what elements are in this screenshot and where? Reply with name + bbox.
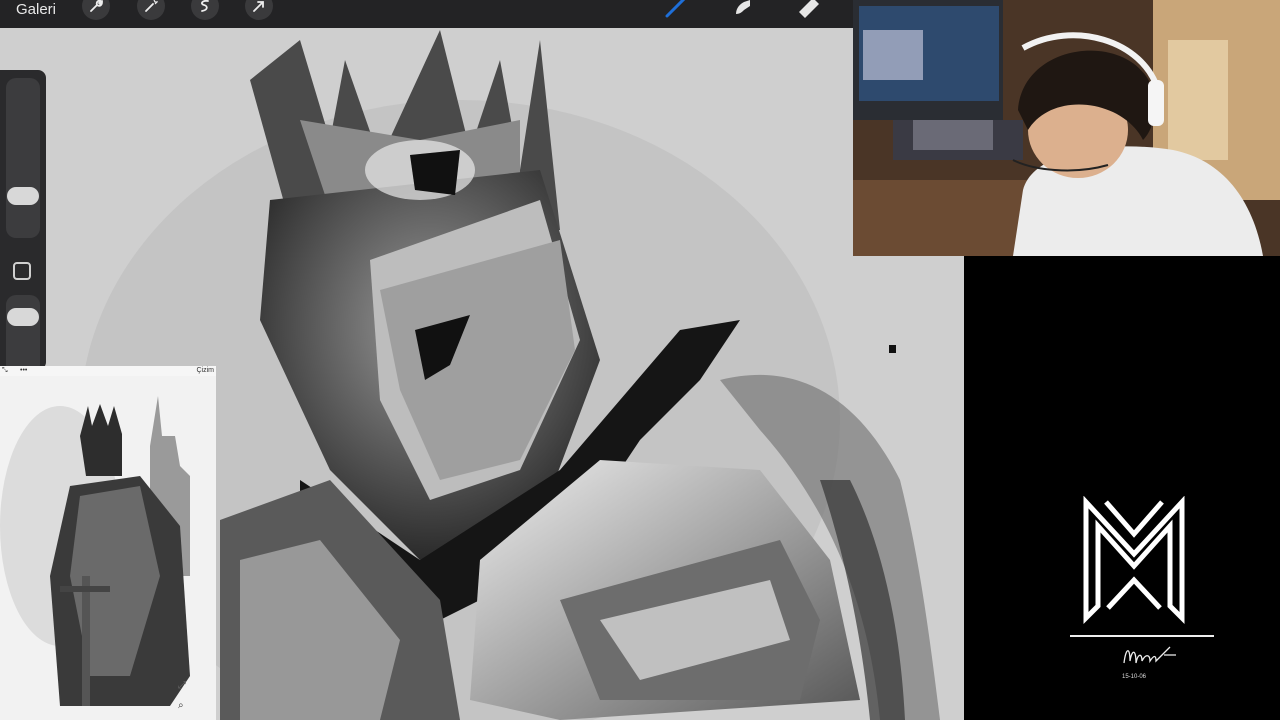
- magic-wand-icon[interactable]: [137, 0, 165, 20]
- brush-sidebar: [0, 70, 46, 375]
- gallery-button[interactable]: Galeri: [16, 1, 56, 18]
- resize-icon[interactable]: ⤡: [2, 367, 8, 375]
- brand-area: 15-10-06: [964, 256, 1280, 720]
- smudge-icon[interactable]: [730, 0, 756, 20]
- more-button[interactable]: •••: [20, 367, 27, 374]
- brush-size-handle[interactable]: [7, 187, 39, 205]
- svg-text:⌕: ⌕: [178, 700, 184, 711]
- reference-title[interactable]: Çizim: [197, 367, 215, 374]
- webcam-feed: [853, 0, 1280, 256]
- logo-date: 15-10-06: [1122, 674, 1147, 680]
- brush-size-slider[interactable]: [6, 78, 40, 238]
- opacity-handle[interactable]: [7, 308, 39, 326]
- modify-button[interactable]: [13, 262, 31, 280]
- transform-arrow-icon[interactable]: [245, 0, 273, 20]
- mm-logo: [1083, 496, 1185, 625]
- wrench-icon[interactable]: [82, 0, 110, 20]
- reference-image: ⤢ ⌕: [0, 376, 216, 720]
- opacity-slider[interactable]: [6, 295, 40, 375]
- svg-text:⤢: ⤢: [178, 680, 186, 691]
- top-toolbar: Galeri: [0, 0, 853, 28]
- reference-panel: ⤡ ••• Çizim ⤢ ⌕: [0, 366, 216, 720]
- signature-image: [1123, 646, 1176, 664]
- selection-icon[interactable]: [191, 0, 219, 20]
- webcam-image: [853, 0, 1280, 256]
- logo-divider: [1070, 635, 1214, 637]
- brush-icon[interactable]: [663, 0, 689, 20]
- eraser-icon[interactable]: [795, 0, 821, 20]
